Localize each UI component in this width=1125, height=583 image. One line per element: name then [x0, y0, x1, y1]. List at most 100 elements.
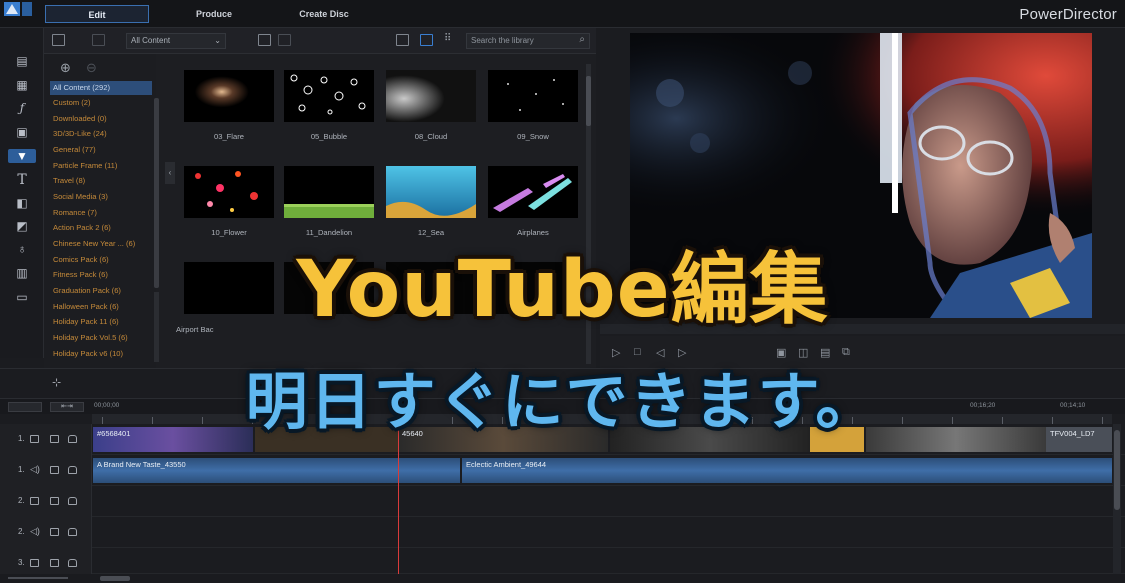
- track-number: 1.: [18, 465, 25, 474]
- particle-thumbnail[interactable]: [488, 70, 578, 122]
- search-icon[interactable]: ⌕: [579, 33, 585, 47]
- cloud-thumbnail-art: [386, 70, 476, 122]
- category-item[interactable]: Action Pack 2 (6): [50, 221, 152, 235]
- track-enable-checkbox[interactable]: [50, 559, 59, 567]
- thumbnail-label: 09_Snow: [517, 132, 549, 141]
- download-icon[interactable]: [258, 34, 271, 46]
- details-view-icon[interactable]: [396, 34, 409, 46]
- fx-room-icon[interactable]: ƒ: [14, 101, 30, 115]
- flower-thumbnail-art: [195, 171, 258, 212]
- content-filter-select[interactable]: All Content ⌄: [126, 33, 226, 49]
- track-enable-checkbox[interactable]: [50, 466, 59, 474]
- tab-create-disc[interactable]: Create Disc: [274, 5, 374, 23]
- brand-name: PowerDirector: [1019, 6, 1117, 23]
- volume-icon[interactable]: ◫: [798, 346, 808, 359]
- timeline-zoom-bar: [0, 574, 1125, 583]
- track-header: 1. ◁): [0, 455, 92, 486]
- category-item[interactable]: Particle Frame (11): [50, 159, 152, 173]
- template-room-icon[interactable]: ▦: [14, 78, 30, 92]
- settings-icon[interactable]: ▤: [820, 346, 830, 359]
- add-category-icon[interactable]: ⊕: [60, 60, 71, 76]
- track-header: 3.: [0, 548, 92, 574]
- clip-label: A Brand New Taste_43550: [97, 460, 186, 469]
- lock-icon[interactable]: [68, 559, 77, 567]
- popout-icon[interactable]: ⧉: [842, 346, 850, 359]
- particle-thumbnail[interactable]: [488, 166, 578, 218]
- airplanes-thumbnail-art: [493, 174, 572, 212]
- snapshot-icon[interactable]: ▣: [776, 346, 786, 359]
- particle-thumbnail[interactable]: [386, 70, 476, 122]
- thumbnail-label: 12_Sea: [417, 228, 445, 237]
- tab-produce[interactable]: Produce: [164, 5, 264, 23]
- particle-thumbnail[interactable]: [284, 166, 374, 218]
- category-item[interactable]: Romance (7): [50, 206, 152, 220]
- lock-icon[interactable]: [68, 528, 77, 536]
- lock-icon[interactable]: [68, 497, 77, 505]
- remove-category-icon[interactable]: ⊖: [86, 60, 97, 76]
- track-enable-checkbox[interactable]: [50, 528, 59, 536]
- horizontal-scroll-thumb[interactable]: [100, 576, 130, 581]
- zoom-slider[interactable]: [8, 577, 68, 579]
- plugin-icon[interactable]: [92, 34, 105, 46]
- media-room-icon[interactable]: ▤: [14, 54, 30, 68]
- library-scroll-thumb[interactable]: [586, 76, 591, 126]
- video-track-icon: [30, 559, 39, 567]
- import-icon[interactable]: [52, 34, 65, 46]
- category-item[interactable]: Downloaded (0): [50, 112, 152, 126]
- timeline-vertical-scrollbar[interactable]: [1113, 424, 1121, 574]
- title-room-icon[interactable]: T: [14, 173, 30, 187]
- previous-frame-icon[interactable]: ◁: [656, 346, 664, 359]
- particle-thumbnail[interactable]: [386, 166, 476, 218]
- next-frame-icon[interactable]: ▷: [678, 346, 686, 359]
- category-item[interactable]: General (77): [50, 143, 152, 157]
- category-item[interactable]: 3D/3D-Like (24): [50, 127, 152, 141]
- chevron-down-icon: ⌄: [214, 36, 221, 45]
- audio-track-1: 1. ◁) A Brand New Taste_43550 Eclectic A…: [0, 455, 1125, 486]
- track-number: 2.: [18, 527, 25, 536]
- timeline-scroll-thumb[interactable]: [1114, 430, 1120, 510]
- audio-clip[interactable]: A Brand New Taste_43550: [93, 458, 460, 483]
- grid-view-icon[interactable]: ⠿: [444, 34, 457, 46]
- category-item[interactable]: All Content (292): [50, 81, 152, 95]
- overlay-headline: YouTube編集: [296, 245, 829, 335]
- collapse-panel-button[interactable]: ‹: [165, 162, 175, 184]
- track-number: 2.: [18, 496, 25, 505]
- particle-thumbnail[interactable]: [184, 70, 274, 122]
- category-item[interactable]: Travel (8): [50, 174, 152, 188]
- flare-thumbnail-art: [184, 70, 274, 122]
- category-item[interactable]: Social Media (3): [50, 190, 152, 204]
- thumbnail-view-icon[interactable]: [420, 34, 433, 46]
- track-enable-checkbox[interactable]: [50, 497, 59, 505]
- stop-icon[interactable]: □: [634, 346, 641, 358]
- overlay-subline: 明日すぐにできます。: [245, 365, 880, 438]
- particle-room-icon[interactable]: ▼: [8, 149, 36, 163]
- bubble-thumbnail-art: [290, 74, 366, 115]
- particle-thumbnail[interactable]: [184, 166, 274, 218]
- track-header: 2.: [0, 486, 92, 517]
- pip-room-icon[interactable]: ▣: [14, 125, 30, 139]
- powerdirector-window: Edit Produce Create Disc PowerDirector ▤…: [0, 0, 1125, 583]
- content-filter-value: All Content: [131, 36, 171, 45]
- sea-thumbnail-art: [386, 166, 476, 218]
- tab-edit[interactable]: Edit: [45, 5, 149, 23]
- video-track-2: 2.: [0, 486, 1125, 517]
- clip-label: Eclectic Ambient_49644: [466, 460, 547, 469]
- particle-thumbnail[interactable]: [284, 70, 374, 122]
- library-search-input[interactable]: Search the library ⌕: [466, 33, 590, 49]
- category-item[interactable]: Holiday Pack v6 (10): [50, 347, 152, 361]
- transition-room-icon[interactable]: ◧: [14, 196, 30, 210]
- video-track-3: 3.: [0, 548, 1125, 574]
- lock-icon[interactable]: [68, 466, 77, 474]
- dandelion-thumbnail-art: [284, 204, 374, 218]
- play-icon[interactable]: ▷: [612, 346, 620, 359]
- speaker-icon: ◁): [30, 526, 40, 536]
- audio-clip[interactable]: Eclectic Ambient_49644: [462, 458, 1112, 483]
- category-item[interactable]: Custom (2): [50, 96, 152, 110]
- top-bar: Edit Produce Create Disc PowerDirector: [0, 0, 1125, 28]
- upload-icon[interactable]: [278, 34, 291, 46]
- thumbnail-label: 10_Flower: [211, 228, 247, 237]
- thumbnail-label: Airplanes: [517, 228, 549, 237]
- audio-mixing-icon[interactable]: ◩: [14, 219, 30, 233]
- speaker-icon: ◁): [30, 464, 40, 474]
- app-logo-icon: [4, 2, 32, 16]
